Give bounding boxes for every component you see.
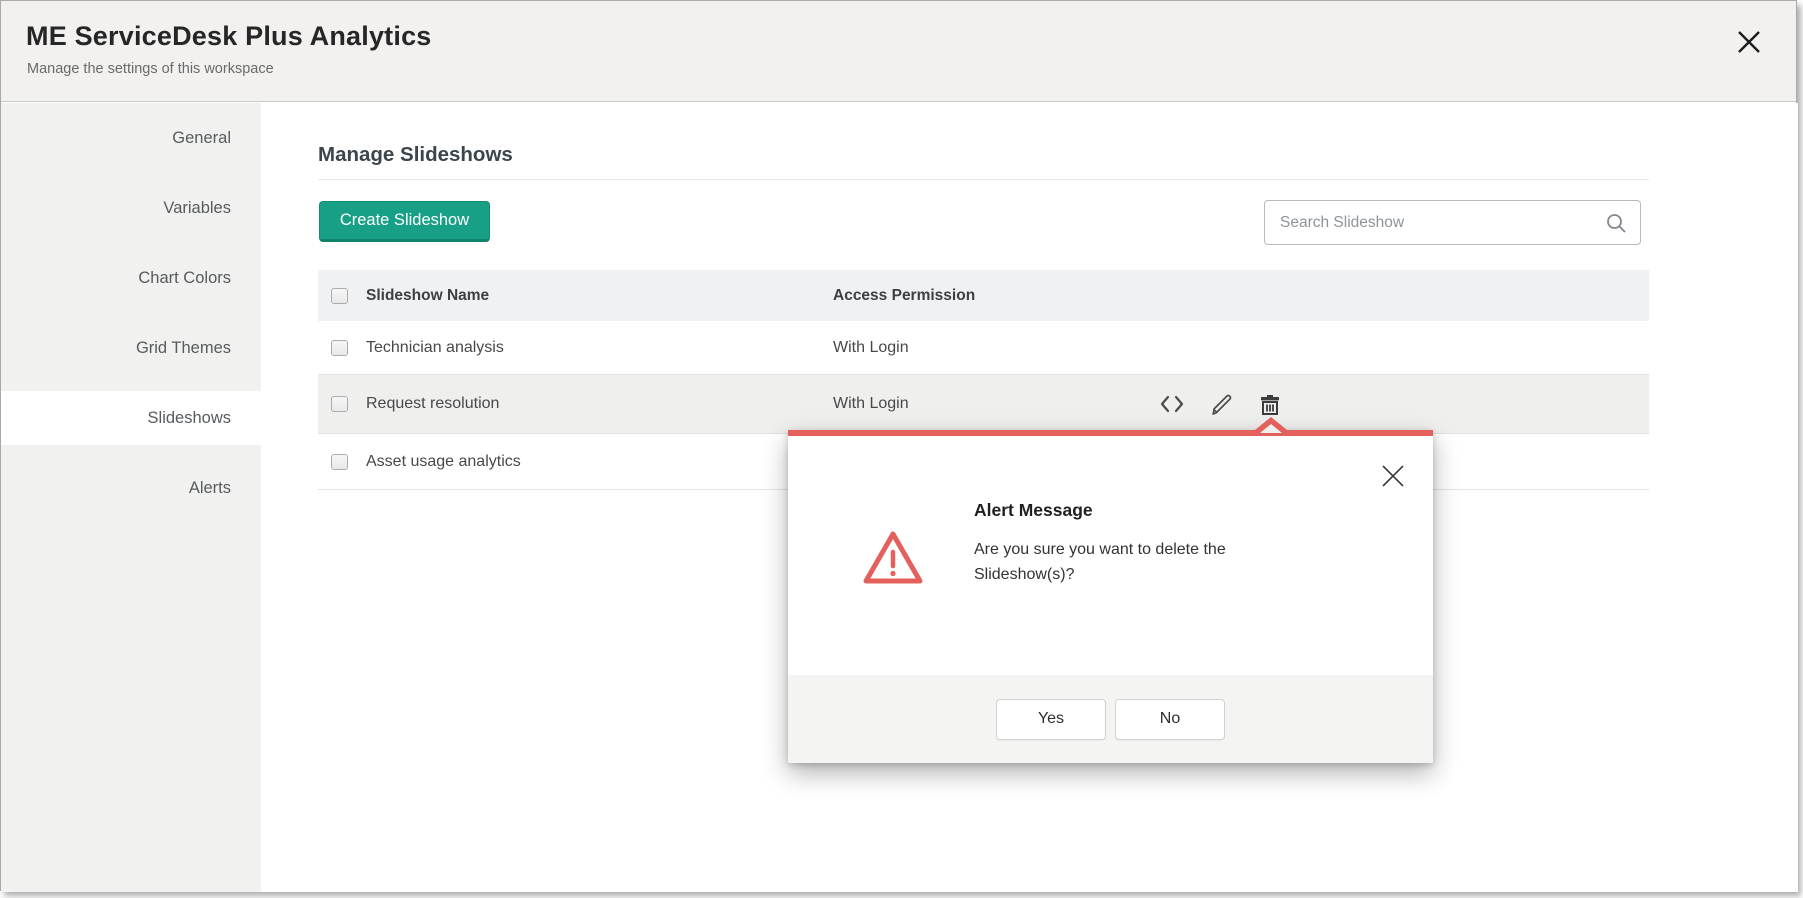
settings-window: ME ServiceDesk Plus Analytics Manage the… bbox=[0, 0, 1797, 891]
row-checkbox[interactable] bbox=[331, 396, 348, 412]
column-header-access: Access Permission bbox=[833, 287, 975, 305]
search-box bbox=[1264, 200, 1641, 245]
create-slideshow-button[interactable]: Create Slideshow bbox=[319, 201, 490, 242]
delete-icon[interactable] bbox=[1256, 390, 1284, 418]
no-button[interactable]: No bbox=[1115, 699, 1225, 740]
embed-code-icon[interactable] bbox=[1158, 390, 1186, 418]
sidebar-item-grid-themes[interactable]: Grid Themes bbox=[1, 321, 261, 375]
select-all-checkbox[interactable] bbox=[331, 288, 348, 304]
dialog-close-icon[interactable] bbox=[1379, 462, 1407, 490]
page-title: Manage Slideshows bbox=[318, 143, 513, 167]
access-permission: With Login bbox=[833, 339, 909, 357]
dialog-title: Alert Message bbox=[974, 500, 1093, 521]
slideshow-name: Asset usage analytics bbox=[366, 453, 521, 471]
table-row-hovered[interactable]: Request resolution With Login bbox=[318, 375, 1649, 434]
search-input[interactable] bbox=[1265, 201, 1640, 244]
dialog-caret-inner bbox=[1260, 424, 1282, 433]
sidebar-item-label: General bbox=[172, 129, 231, 148]
yes-button[interactable]: Yes bbox=[996, 699, 1106, 740]
window-title: ME ServiceDesk Plus Analytics bbox=[26, 21, 432, 52]
heading-divider bbox=[318, 179, 1649, 180]
slideshow-name: Technician analysis bbox=[366, 339, 504, 357]
settings-sidebar: General Variables Chart Colors Grid Them… bbox=[1, 103, 261, 892]
sidebar-item-alerts[interactable]: Alerts bbox=[1, 461, 261, 515]
sidebar-item-label: Slideshows bbox=[148, 409, 231, 428]
dialog-footer: Yes No bbox=[788, 675, 1433, 763]
dialog-accent-bar bbox=[788, 430, 1433, 436]
slideshow-name: Request resolution bbox=[366, 395, 499, 413]
row-checkbox[interactable] bbox=[331, 454, 348, 470]
table-header-row: Slideshow Name Access Permission bbox=[318, 270, 1649, 321]
sidebar-item-slideshows[interactable]: Slideshows bbox=[1, 391, 261, 445]
table-row[interactable]: Technician analysis With Login bbox=[318, 321, 1649, 375]
sidebar-item-label: Alerts bbox=[189, 479, 231, 498]
sidebar-item-chart-colors[interactable]: Chart Colors bbox=[1, 251, 261, 305]
dialog-message: Are you sure you want to delete the Slid… bbox=[974, 537, 1304, 587]
warning-triangle-icon bbox=[860, 524, 926, 594]
sidebar-item-label: Grid Themes bbox=[136, 339, 231, 358]
access-permission: With Login bbox=[833, 395, 909, 413]
sidebar-item-variables[interactable]: Variables bbox=[1, 181, 261, 235]
sidebar-item-label: Chart Colors bbox=[138, 269, 231, 288]
column-header-name: Slideshow Name bbox=[366, 287, 489, 305]
window-subtitle: Manage the settings of this workspace bbox=[27, 61, 274, 77]
window-header: ME ServiceDesk Plus Analytics Manage the… bbox=[1, 1, 1796, 102]
delete-confirm-dialog: Alert Message Are you sure you want to d… bbox=[788, 430, 1433, 763]
dialog-message-line2: Slideshow(s)? bbox=[974, 566, 1074, 583]
sidebar-item-general[interactable]: General bbox=[1, 111, 261, 165]
row-checkbox[interactable] bbox=[331, 340, 348, 356]
search-icon[interactable] bbox=[1604, 211, 1628, 235]
edit-icon[interactable] bbox=[1207, 390, 1235, 418]
dialog-message-line1: Are you sure you want to delete the bbox=[974, 541, 1226, 558]
close-icon[interactable] bbox=[1734, 27, 1764, 57]
sidebar-item-label: Variables bbox=[163, 199, 231, 218]
